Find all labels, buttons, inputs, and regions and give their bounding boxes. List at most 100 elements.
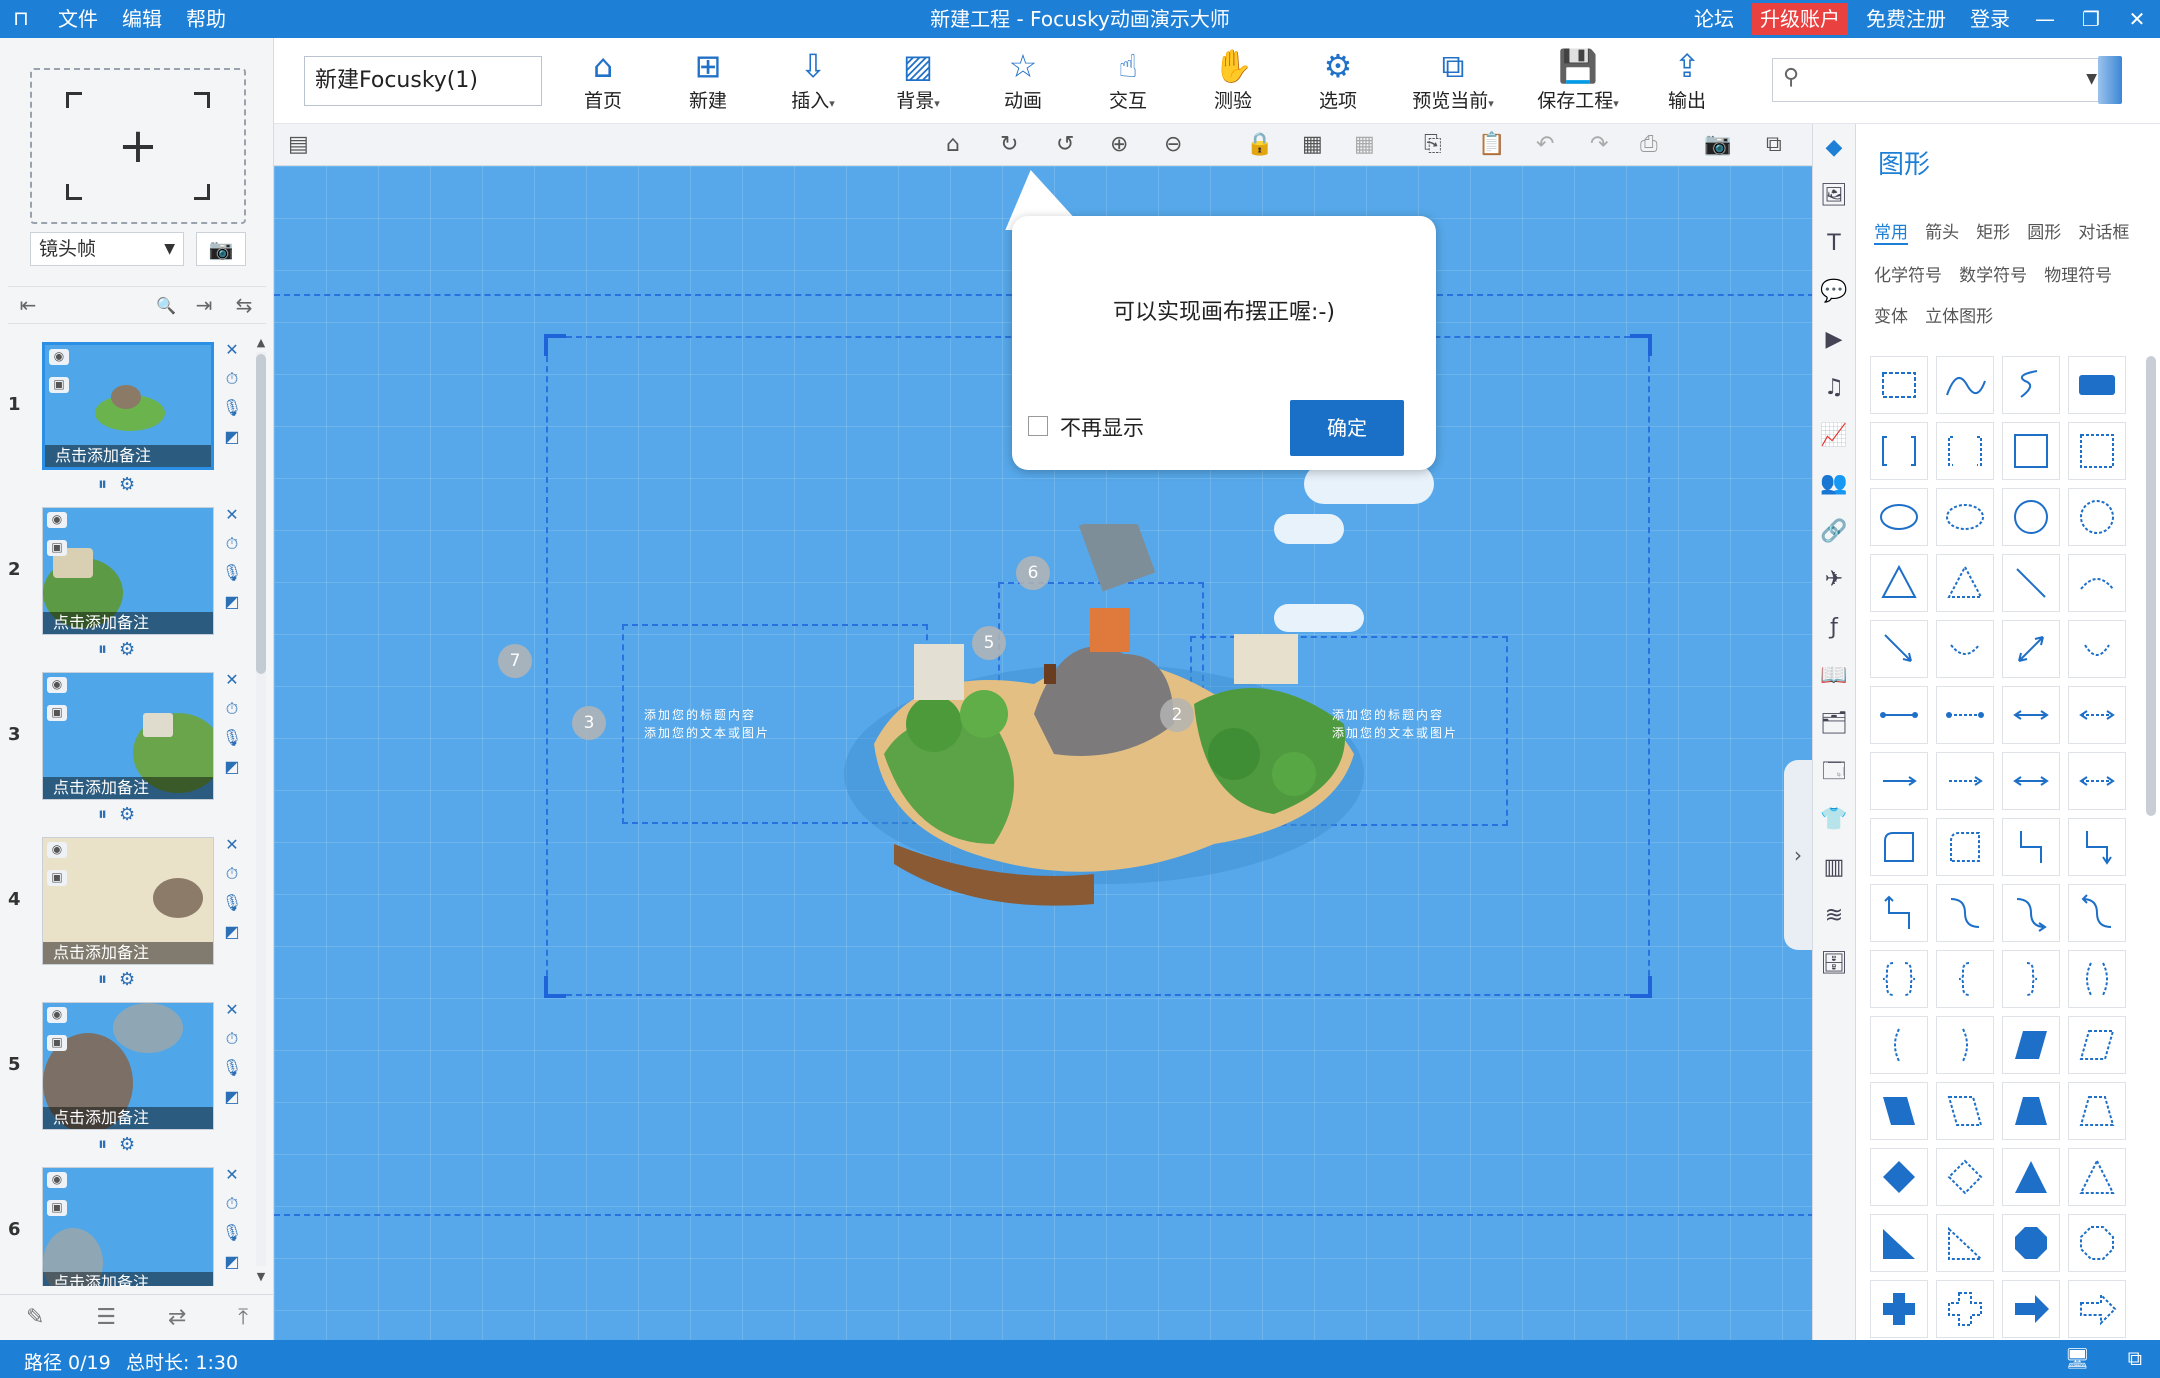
crop-icon[interactable]: ◩: [220, 592, 244, 621]
frame-settings-icon[interactable]: ⚙: [119, 639, 135, 660]
dashed-trapezoid-icon[interactable]: [2068, 1082, 2126, 1140]
dashed-curve-arrow-icon[interactable]: [1936, 620, 1994, 678]
save-button[interactable]: 💾 保存工程▾: [1523, 46, 1633, 120]
window-icon[interactable]: ⧉: [1766, 132, 1782, 157]
mic-icon[interactable]: 🎙: [220, 1058, 244, 1087]
add-note-label[interactable]: 点击添加备注: [45, 445, 211, 467]
ok-button[interactable]: 确定: [1290, 400, 1404, 456]
zoom-out-icon[interactable]: ⊖: [1164, 132, 1182, 157]
layers-tab-icon[interactable]: ≋: [1813, 892, 1855, 940]
canvas-area[interactable]: ▤ ⌂ ↻ ↺ ⊕ ⊖ 🔒 ▦ ▦ ⎘ 📋 ↶ ↷ ⎙ 📷 ⧉ 添加您的标题内容…: [274, 124, 1812, 1340]
right-paren-icon[interactable]: [1936, 1016, 1994, 1074]
rounded-shape-icon[interactable]: [1870, 818, 1928, 876]
pause-icon[interactable]: ⏸: [98, 804, 107, 825]
new-button[interactable]: ⊞ 新建: [663, 46, 753, 120]
background-button[interactable]: ▨ 背景▾: [873, 46, 963, 120]
s-curve-arrow-2-icon[interactable]: [2068, 884, 2126, 942]
dashed-diamond-icon[interactable]: [1936, 1148, 1994, 1206]
pause-icon[interactable]: ⏸: [98, 474, 107, 495]
category-circle[interactable]: 圆形: [2027, 218, 2061, 243]
dashed-arc-icon[interactable]: [2068, 554, 2126, 612]
mic-icon[interactable]: 🎙: [220, 1223, 244, 1252]
visibility-icon[interactable]: ◉: [47, 842, 67, 858]
frame-thumbnail[interactable]: 1 ◉ ▣ 点击添加备注 ✕ ⏱ 🎙 ◩ ⏸ ⚙: [0, 334, 256, 499]
edit-note-icon[interactable]: ✎: [26, 1305, 44, 1330]
line-icon[interactable]: [2002, 554, 2060, 612]
path-badge[interactable]: 7: [498, 644, 532, 678]
export-button[interactable]: ⇪ 输出: [1642, 46, 1732, 120]
add-note-label[interactable]: 点击添加备注: [43, 1107, 213, 1129]
register-link[interactable]: 免费注册: [1854, 0, 1958, 38]
ellipse-icon[interactable]: [1870, 488, 1928, 546]
web-tab-icon[interactable]: 🗔: [1813, 748, 1855, 796]
elbow-arrow-icon[interactable]: [2068, 818, 2126, 876]
dont-show-label[interactable]: 不再显示: [1060, 412, 1144, 442]
mic-icon[interactable]: 🎙: [220, 893, 244, 922]
filled-rect-icon[interactable]: [2068, 356, 2126, 414]
frame-thumbnail[interactable]: 4 ◉ ▣ 点击添加备注 ✕ ⏱ 🎙 ◩ ⏸ ⚙: [0, 829, 256, 994]
double-arrow-icon[interactable]: [2002, 620, 2060, 678]
dashed-circle-icon[interactable]: [2068, 488, 2126, 546]
dashed-bracket-icon[interactable]: [1936, 422, 1994, 480]
visibility-icon[interactable]: ◉: [47, 1007, 67, 1023]
preview-button[interactable]: ⧉ 预览当前▾: [1398, 46, 1508, 120]
music-tab-icon[interactable]: ♫: [1813, 364, 1855, 412]
dashed-rounded-shape-icon[interactable]: [1936, 818, 1994, 876]
interact-button[interactable]: ☝ 交互: [1083, 46, 1173, 120]
double-arrow-line-icon[interactable]: [2002, 686, 2060, 744]
visibility-icon[interactable]: ◉: [47, 1172, 67, 1188]
chart-tab-icon[interactable]: 📈: [1813, 412, 1855, 460]
double-arrow-line-2-icon[interactable]: [2002, 752, 2060, 810]
book-tab-icon[interactable]: 📖: [1813, 652, 1855, 700]
frame-preview[interactable]: ◉ ▣ 点击添加备注: [42, 672, 214, 800]
right-triangle-icon[interactable]: [1870, 1214, 1928, 1272]
dashed-cross-icon[interactable]: [1936, 1280, 1994, 1338]
shape-scroll-handle[interactable]: [2146, 356, 2156, 816]
add-note-label[interactable]: 点击添加备注: [43, 777, 213, 799]
rotate-left-icon[interactable]: ↺: [1056, 132, 1074, 157]
right-brace-icon[interactable]: [2002, 950, 2060, 1008]
toolbar-scroll-handle[interactable]: [2098, 56, 2122, 104]
plane-tab-icon[interactable]: ✈: [1813, 556, 1855, 604]
path-badge[interactable]: 5: [972, 626, 1006, 660]
tshirt-tab-icon[interactable]: 👕: [1813, 796, 1855, 844]
category-physics[interactable]: 物理符号: [2044, 261, 2112, 286]
app-logo-icon[interactable]: ⊓: [8, 5, 34, 31]
animation-button[interactable]: ☆ 动画: [978, 46, 1068, 120]
scroll-handle[interactable]: [256, 354, 266, 674]
menu-edit[interactable]: 编辑: [110, 0, 174, 38]
parallelogram-2-icon[interactable]: [1870, 1082, 1928, 1140]
forum-link[interactable]: 论坛: [1682, 0, 1746, 38]
dashed-square-icon[interactable]: [2068, 422, 2126, 480]
copy-icon[interactable]: ⎘: [1424, 132, 1442, 157]
block-arrow-icon[interactable]: [2002, 1280, 2060, 1338]
delete-frame-icon[interactable]: ✕: [220, 340, 244, 369]
lock-icon[interactable]: 🔒: [1246, 132, 1273, 157]
path-badge[interactable]: 2: [1160, 698, 1194, 732]
scroll-down-icon[interactable]: ▼: [254, 1270, 268, 1283]
search-input[interactable]: ⚲ ▼: [1772, 58, 2108, 102]
quiz-button[interactable]: ✋ 测验: [1188, 46, 1278, 120]
dashed-arrow-right-icon[interactable]: [1936, 752, 1994, 810]
octagon-icon[interactable]: [2002, 1214, 2060, 1272]
frame-preview[interactable]: ◉ ▣ 点击添加备注: [42, 837, 214, 965]
triangle-icon[interactable]: [1870, 554, 1928, 612]
category-variant[interactable]: 变体: [1874, 302, 1908, 327]
category-common[interactable]: 常用: [1874, 218, 1908, 245]
visibility-icon[interactable]: ◉: [49, 349, 69, 365]
home-button[interactable]: ⌂ 首页: [558, 46, 648, 120]
canvas-home-icon[interactable]: ⌂: [946, 132, 960, 157]
thumbnail-scrollbar[interactable]: ▲ ▼: [254, 334, 268, 1286]
delete-frame-icon[interactable]: ✕: [220, 835, 244, 864]
parallelogram-icon[interactable]: [2002, 1016, 2060, 1074]
elbow-arrow-2-icon[interactable]: [1870, 884, 1928, 942]
people-tab-icon[interactable]: 👥: [1813, 460, 1855, 508]
crop-icon[interactable]: ◩: [220, 1252, 244, 1281]
category-chem[interactable]: 化学符号: [1874, 261, 1942, 286]
elbow-connector-icon[interactable]: [2002, 818, 2060, 876]
video-tab-icon[interactable]: ▶: [1813, 316, 1855, 364]
dashed-filled-triangle-icon[interactable]: [2068, 1148, 2126, 1206]
crop-icon[interactable]: ◩: [220, 1087, 244, 1116]
frame-camera-icon[interactable]: ▣: [47, 1200, 67, 1216]
crop-icon[interactable]: ◩: [220, 922, 244, 951]
